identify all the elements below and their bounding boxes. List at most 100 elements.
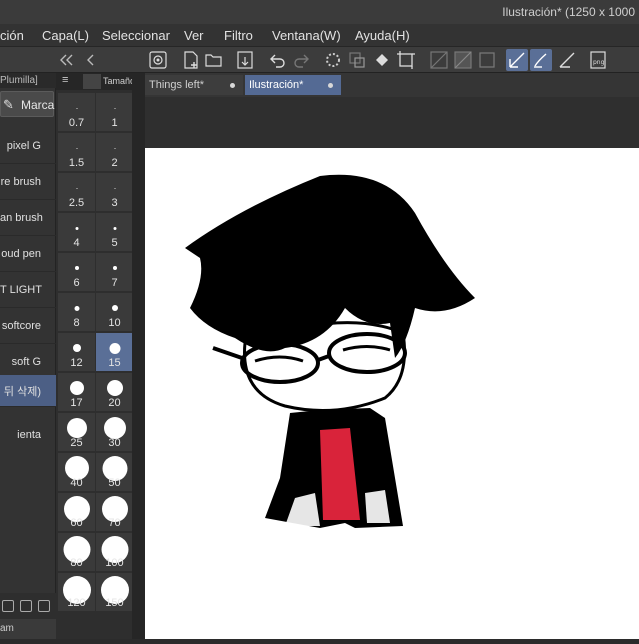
palette-tab-icon[interactable] — [83, 74, 101, 89]
glasses-arm — [212, 346, 243, 360]
brush-item[interactable]: ienta — [0, 419, 56, 453]
open-folder-icon[interactable] — [203, 49, 225, 71]
brush-item[interactable]: an brush — [0, 202, 56, 236]
redo-icon[interactable] — [290, 49, 312, 71]
panel-scrollbar[interactable] — [132, 73, 145, 639]
brush-label: oud pen — [1, 248, 41, 260]
brush-size-cell[interactable]: 17 — [58, 373, 95, 411]
brush-size-label: 1.5 — [68, 157, 85, 169]
brush-size-label: 25 — [70, 437, 83, 449]
brush-size-cell[interactable]: 70 — [96, 493, 133, 531]
brush-size-cell[interactable]: 10 — [96, 293, 133, 331]
brush-size-label: 2 — [111, 157, 118, 169]
brush-size-dot-icon — [72, 344, 81, 352]
brush-size-cell[interactable]: 1.5 — [58, 133, 95, 171]
brush-size-label: 15 — [108, 357, 121, 369]
brush-size-cell[interactable]: 7 — [96, 253, 133, 291]
duplicate-icon[interactable] — [20, 600, 32, 612]
brush-size-dot-icon — [114, 187, 115, 189]
character-drawing — [185, 174, 475, 528]
brush-item[interactable]: pixel G — [0, 130, 56, 164]
brush-size-cell[interactable]: 40 — [58, 453, 95, 491]
tab-ilustracion[interactable]: Ilustración* — [245, 75, 341, 95]
menu-window[interactable]: Ventana(W) — [272, 28, 341, 43]
brush-label: pixel G — [6, 140, 41, 152]
brush-size-label: 6 — [73, 277, 80, 289]
brush-size-cell[interactable]: 30 — [96, 413, 133, 451]
brush-size-cell[interactable]: 20 — [96, 373, 133, 411]
brush-size-label: 7 — [111, 277, 118, 289]
brush-size-cell[interactable]: 0.7 — [58, 93, 95, 131]
brush-size-label: 100 — [105, 557, 124, 569]
brush-size-cell[interactable]: 2.5 — [58, 173, 95, 211]
brush-size-cell[interactable]: 25 — [58, 413, 95, 451]
arrow-left-icon[interactable] — [80, 49, 102, 71]
selection-icon[interactable] — [428, 49, 450, 71]
transform-icon[interactable] — [346, 49, 368, 71]
brush-size-cell[interactable]: 3 — [96, 173, 133, 211]
brush-item-selected[interactable]: 뒤 삭제) — [0, 375, 56, 407]
brush-size-cell[interactable]: 6 — [58, 253, 95, 291]
select-mask-icon[interactable] — [452, 49, 474, 71]
brush-size-dot-icon — [75, 226, 78, 230]
menu-layer[interactable]: Capa(L) — [42, 28, 89, 43]
crop-icon[interactable] — [395, 49, 417, 71]
brush-icon[interactable] — [530, 49, 552, 71]
menu-file[interactable]: ción — [0, 28, 24, 43]
brush-size-label: 1 — [111, 117, 118, 129]
brush-size-cell[interactable]: 5 — [96, 213, 133, 251]
marca-button[interactable]: ✎ Marca — [0, 91, 54, 117]
brush-size-dot-icon — [69, 381, 84, 395]
brush-size-dot-icon — [76, 147, 77, 149]
menu-select[interactable]: Seleccionar — [102, 28, 170, 43]
collapse-left-icon[interactable] — [56, 49, 78, 71]
brush-size-cell[interactable]: 60 — [58, 493, 95, 531]
brush-size-label: 120 — [67, 597, 86, 609]
export-icon[interactable] — [234, 49, 256, 71]
brush-size-cell[interactable]: 12 — [58, 333, 95, 371]
brush-size-cell[interactable]: 8 — [58, 293, 95, 331]
trash-icon[interactable] — [38, 600, 50, 612]
menu-icon[interactable]: ≡ — [62, 74, 68, 86]
command-bar: png — [0, 47, 639, 73]
brush-size-cell[interactable]: 120 — [58, 573, 95, 611]
brush-size-cell[interactable]: 4 — [58, 213, 95, 251]
vector-icon[interactable] — [506, 49, 528, 71]
undo-icon[interactable] — [267, 49, 289, 71]
brush-item[interactable]: re brush — [0, 166, 56, 200]
menu-view[interactable]: Ver — [184, 28, 204, 43]
new-file-icon[interactable] — [180, 49, 202, 71]
tab-close-dot-icon[interactable] — [230, 83, 235, 88]
brush-size-label: 3 — [111, 197, 118, 209]
spiral-icon[interactable] — [147, 49, 169, 71]
fill-icon[interactable] — [371, 49, 393, 71]
brush-size-cell[interactable]: 1 — [96, 93, 133, 131]
brush-item[interactable]: T LIGHT — [0, 274, 56, 308]
brush-item[interactable]: oud pen — [0, 238, 56, 272]
brush-size-cell[interactable]: 15 — [96, 333, 133, 371]
brush-size-cell[interactable]: 100 — [96, 533, 133, 571]
brush-label: ienta — [17, 429, 41, 441]
png-icon[interactable]: png — [588, 49, 610, 71]
loading-icon[interactable] — [322, 49, 344, 71]
brush-size-label: 5 — [111, 237, 118, 249]
brush-size-cell[interactable]: 2 — [96, 133, 133, 171]
select-icon[interactable] — [476, 49, 498, 71]
drawing-canvas[interactable] — [145, 148, 639, 639]
menu-help[interactable]: Ayuda(H) — [355, 28, 410, 43]
brush-size-dot-icon — [112, 266, 117, 270]
brush-size-dot-icon — [109, 342, 120, 354]
brush-size-cell[interactable]: 80 — [58, 533, 95, 571]
title-bar: Ilustración* (1250 x 1000 — [0, 0, 639, 24]
brush-size-cell[interactable]: 150 — [96, 573, 133, 611]
size-tab-label[interactable]: Tamaño — [103, 76, 135, 86]
ruler-icon[interactable] — [556, 49, 578, 71]
brush-item[interactable]: softcore — [0, 310, 56, 344]
brush-size-label: 50 — [108, 477, 121, 489]
copy-icon[interactable] — [2, 600, 14, 612]
menu-filter[interactable]: Filtro — [224, 28, 253, 43]
tab-things-left[interactable]: Things left* — [145, 75, 243, 95]
brush-size-label: 4 — [73, 237, 80, 249]
tab-close-dot-icon[interactable] — [328, 83, 333, 88]
brush-size-cell[interactable]: 50 — [96, 453, 133, 491]
